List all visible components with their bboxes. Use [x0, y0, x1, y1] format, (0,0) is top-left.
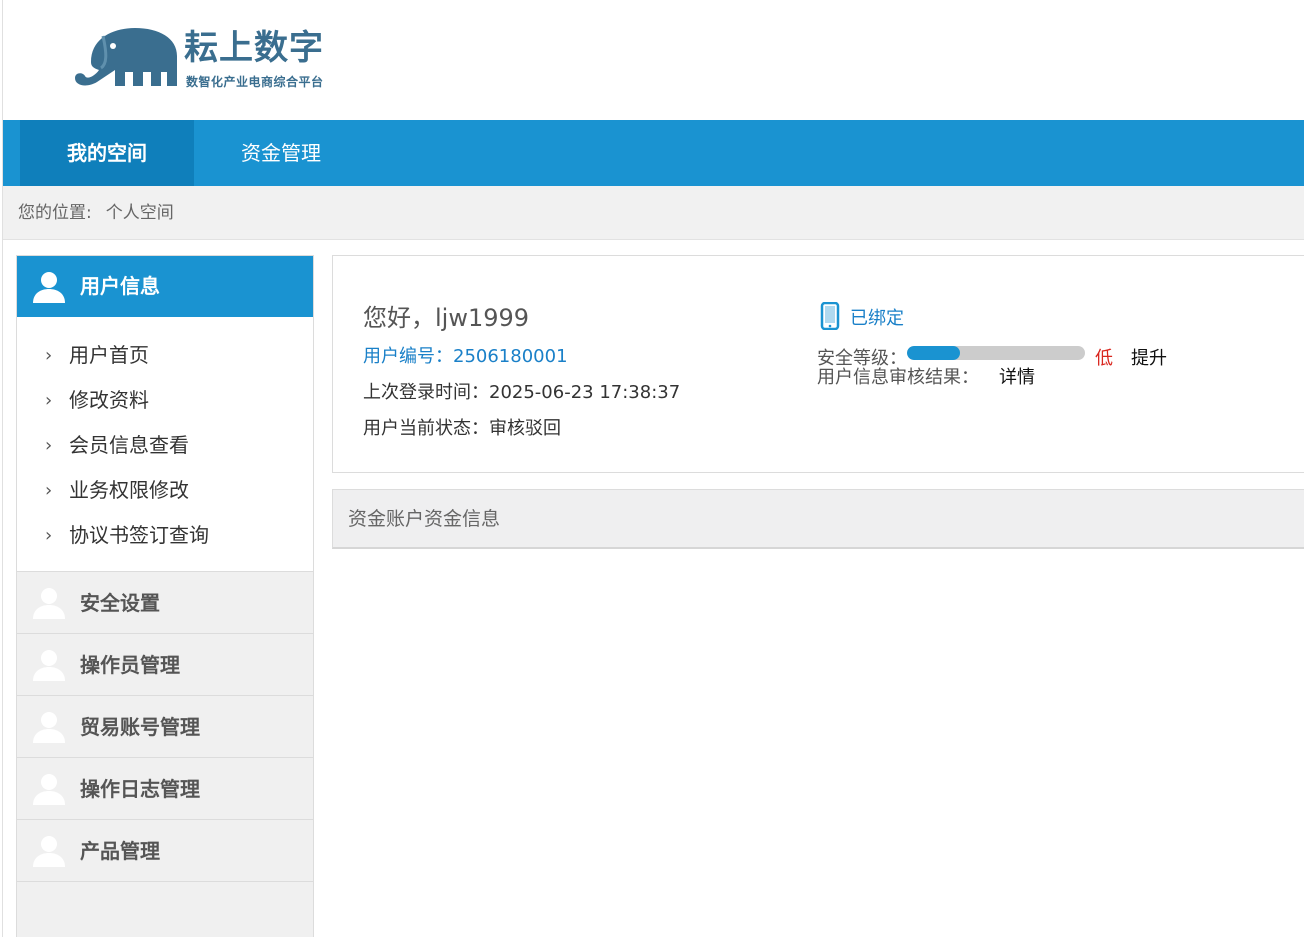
sidebar-group-operation-logs[interactable]: 操作日志管理: [17, 758, 313, 820]
sidebar: 用户信息 › 用户首页 › 修改资料 › 会员信息查看 › 业务权限修改 › 协…: [16, 255, 314, 937]
sidebar-group-products[interactable]: 产品管理: [17, 820, 313, 882]
breadcrumb-prefix: 您的位置:: [18, 203, 92, 223]
logo-title: 耘上数字: [184, 28, 324, 68]
site-header: 耘上数字 数智化产业电商综合平台: [3, 0, 1304, 120]
breadcrumb: 您的位置: 个人空间: [3, 186, 1304, 240]
logo[interactable]: 耘上数字 数智化产业电商综合平台: [73, 24, 343, 94]
sidebar-link-label: 修改资料: [69, 388, 149, 412]
user-status: 用户当前状态：审核驳回: [363, 418, 561, 439]
person-icon: [33, 774, 65, 805]
sidebar-header-label: 用户信息: [80, 274, 160, 298]
sidebar-link-label: 协议书签订查询: [69, 523, 209, 547]
chevron-right-icon: ›: [45, 390, 53, 411]
sidebar-group-label: 操作日志管理: [80, 777, 200, 801]
chevron-right-icon: ›: [45, 480, 53, 501]
phone-bound-status[interactable]: 已绑定: [850, 304, 904, 330]
fund-section-title: 资金账户资金信息: [348, 508, 501, 530]
elephant-logo-icon: [75, 28, 177, 86]
security-level-fill: [907, 346, 961, 360]
user-info-card: 您好，ljw1999 用户编号：2506180001 上次登录时间：2025-0…: [332, 255, 1304, 473]
sidebar-group-label: 贸易账号管理: [80, 715, 200, 739]
sidebar-link-edit-profile[interactable]: › 修改资料: [17, 378, 313, 423]
user-id: 用户编号：2506180001: [363, 346, 568, 367]
sidebar-group-label: 操作员管理: [80, 653, 180, 677]
raise-security-link[interactable]: 提升: [1131, 344, 1167, 370]
sidebar-group-security[interactable]: 安全设置: [17, 572, 313, 634]
breadcrumb-current[interactable]: 个人空间: [106, 203, 174, 223]
sidebar-group-label: 安全设置: [80, 591, 160, 615]
person-icon: [33, 588, 65, 619]
sidebar-group-trade-accounts[interactable]: 贸易账号管理: [17, 696, 313, 758]
sidebar-link-agreement-query[interactable]: › 协议书签订查询: [17, 513, 313, 558]
sidebar-group-label: 产品管理: [80, 839, 160, 863]
last-login-time: 上次登录时间：2025-06-23 17:38:37: [363, 382, 681, 403]
person-icon: [33, 836, 65, 867]
audit-detail-link[interactable]: 详情: [999, 363, 1035, 389]
sidebar-link-business-permissions[interactable]: › 业务权限修改: [17, 468, 313, 513]
logo-subtitle: 数智化产业电商综合平台: [186, 75, 324, 89]
sidebar-link-label: 会员信息查看: [69, 433, 189, 457]
sidebar-header-user-info[interactable]: 用户信息: [17, 256, 313, 317]
sidebar-group-operators[interactable]: 操作员管理: [17, 634, 313, 696]
audit-result-label: 用户信息审核结果：: [817, 367, 979, 388]
person-icon: [33, 272, 65, 303]
greeting: 您好，ljw1999: [363, 304, 530, 332]
security-level-value: 低: [1095, 348, 1113, 369]
sidebar-link-member-info[interactable]: › 会员信息查看: [17, 423, 313, 468]
phone-icon: [820, 302, 840, 330]
person-icon: [33, 650, 65, 681]
main-nav: 我的空间 资金管理: [3, 120, 1304, 186]
nav-tab-fund-management[interactable]: 资金管理: [194, 120, 368, 186]
chevron-right-icon: ›: [45, 435, 53, 456]
security-level-bar: [907, 346, 1085, 360]
chevron-right-icon: ›: [45, 345, 53, 366]
fund-account-section: 资金账户资金信息: [332, 489, 1304, 549]
nav-tab-my-space[interactable]: 我的空间: [20, 120, 194, 186]
person-icon: [33, 712, 65, 743]
sidebar-link-label: 业务权限修改: [69, 478, 189, 502]
sidebar-link-label: 用户首页: [69, 343, 149, 367]
sidebar-link-list: › 用户首页 › 修改资料 › 会员信息查看 › 业务权限修改 › 协议书签订查…: [17, 317, 313, 572]
chevron-right-icon: ›: [45, 525, 53, 546]
sidebar-link-user-home[interactable]: › 用户首页: [17, 333, 313, 378]
